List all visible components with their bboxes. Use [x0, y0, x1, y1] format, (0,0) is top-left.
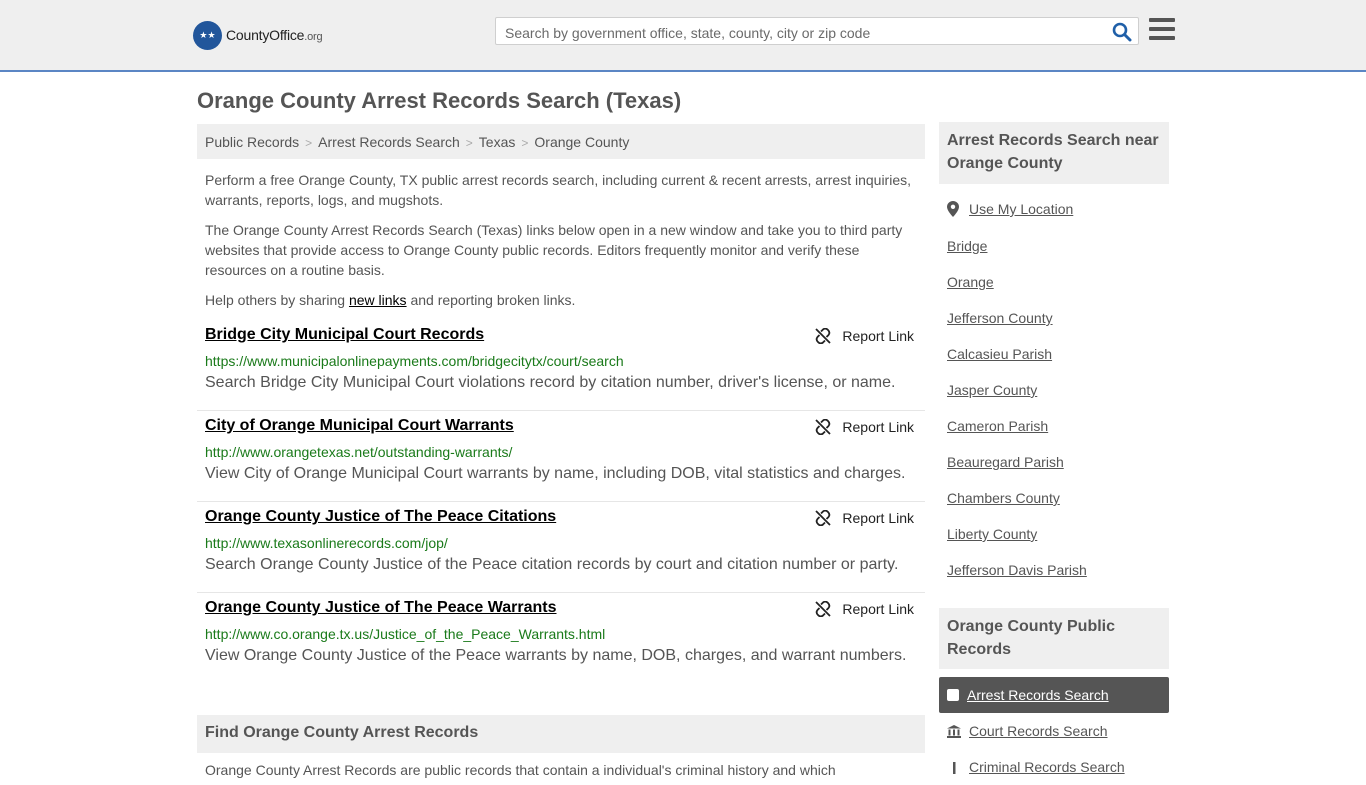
- breadcrumb-texas[interactable]: Texas: [479, 134, 516, 150]
- category-criminal-records[interactable]: Criminal Records Search: [939, 749, 1169, 785]
- broken-link-icon: [815, 328, 832, 344]
- site-header: ★★ CountyOffice.org: [0, 0, 1366, 72]
- nearby-link[interactable]: Bridge: [947, 238, 987, 254]
- find-records-title: Find Orange County Arrest Records: [205, 724, 479, 741]
- entry-description: Search Bridge City Municipal Court viola…: [205, 374, 896, 391]
- breadcrumb-orange-county[interactable]: Orange County: [534, 134, 629, 150]
- category-court-records[interactable]: Court Records Search: [939, 713, 1169, 749]
- report-link-label: Report Link: [842, 601, 914, 617]
- new-links-link[interactable]: new links: [349, 292, 407, 308]
- breadcrumb-public-records[interactable]: Public Records: [205, 134, 299, 150]
- record-link-entry: Bridge City Municipal Court Records Repo…: [197, 320, 925, 411]
- county-seal-icon: ★★: [193, 20, 222, 50]
- entry-description: Search Orange County Justice of the Peac…: [205, 556, 899, 573]
- use-my-location-link[interactable]: Use My Location: [969, 201, 1073, 217]
- intro-paragraph-3: Help others by sharing new links and rep…: [205, 292, 576, 308]
- map-pin-icon: [947, 201, 959, 217]
- category-label[interactable]: Criminal Records Search: [969, 759, 1125, 775]
- nearby-link[interactable]: Jasper County: [947, 382, 1037, 398]
- entry-title-link[interactable]: City of Orange Municipal Court Warrants: [205, 417, 514, 435]
- category-arrest-records[interactable]: Arrest Records Search: [939, 677, 1169, 713]
- search-bar: [495, 17, 1139, 45]
- category-label[interactable]: Arrest Records Search: [967, 687, 1109, 703]
- entry-url[interactable]: http://www.co.orange.tx.us/Justice_of_th…: [205, 626, 605, 642]
- report-link-button[interactable]: Report Link: [815, 328, 914, 344]
- search-button[interactable]: [1112, 22, 1132, 42]
- breadcrumb-arrest-records[interactable]: Arrest Records Search: [318, 134, 460, 150]
- record-link-entry: Orange County Justice of The Peace Citat…: [197, 502, 925, 593]
- find-records-section-header: Find Orange County Arrest Records: [197, 715, 925, 753]
- hamburger-menu-icon[interactable]: [1149, 18, 1175, 42]
- breadcrumb-separator: >: [305, 136, 313, 150]
- gavel-icon: [953, 762, 956, 774]
- report-link-label: Report Link: [842, 328, 914, 344]
- public-records-heading: Orange County Public Records: [939, 608, 1169, 669]
- nearby-link[interactable]: Cameron Parish: [947, 418, 1048, 434]
- record-link-entry: Orange County Justice of The Peace Warra…: [197, 593, 925, 684]
- breadcrumb-separator: >: [521, 136, 529, 150]
- intro-paragraph-1: Perform a free Orange County, TX public …: [205, 172, 912, 208]
- entry-url[interactable]: https://www.municipalonlinepayments.com/…: [205, 353, 624, 369]
- search-icon: [1112, 22, 1132, 42]
- find-records-text: Orange County Arrest Records are public …: [205, 762, 836, 778]
- entry-description: View City of Orange Municipal Court warr…: [205, 465, 906, 482]
- nearby-link[interactable]: Chambers County: [947, 490, 1060, 506]
- nearby-link[interactable]: Beauregard Parish: [947, 454, 1064, 470]
- report-link-button[interactable]: Report Link: [815, 510, 914, 526]
- site-logo[interactable]: ★★ CountyOffice.org: [193, 20, 323, 50]
- courthouse-icon: [947, 724, 961, 738]
- report-link-label: Report Link: [842, 510, 914, 526]
- entry-title-link[interactable]: Orange County Justice of The Peace Citat…: [205, 508, 556, 526]
- entry-url[interactable]: http://www.orangetexas.net/outstanding-w…: [205, 444, 512, 460]
- page-title: Orange County Arrest Records Search (Tex…: [197, 88, 682, 113]
- report-link-button[interactable]: Report Link: [815, 419, 914, 435]
- entry-title-link[interactable]: Orange County Justice of The Peace Warra…: [205, 599, 557, 617]
- checkbox-icon: [947, 689, 959, 701]
- broken-link-icon: [815, 510, 832, 526]
- broken-link-icon: [815, 419, 832, 435]
- nearby-link[interactable]: Jefferson Davis Parish: [947, 562, 1087, 578]
- entry-description: View Orange County Justice of the Peace …: [205, 647, 907, 664]
- entry-title-link[interactable]: Bridge City Municipal Court Records: [205, 326, 484, 344]
- use-location-item: Use My Location: [947, 201, 1073, 217]
- intro-paragraph-2: The Orange County Arrest Records Search …: [205, 222, 903, 278]
- nearby-link[interactable]: Orange: [947, 274, 994, 290]
- logo-text: CountyOffice.org: [226, 27, 323, 43]
- category-label[interactable]: Court Records Search: [969, 723, 1108, 739]
- nearby-link[interactable]: Calcasieu Parish: [947, 346, 1052, 362]
- nearby-link[interactable]: Liberty County: [947, 526, 1037, 542]
- report-link-button[interactable]: Report Link: [815, 601, 914, 617]
- search-input[interactable]: [503, 22, 1107, 44]
- nearby-link[interactable]: Jefferson County: [947, 310, 1053, 326]
- entry-url[interactable]: http://www.texasonlinerecords.com/jop/: [205, 535, 448, 551]
- report-link-label: Report Link: [842, 419, 914, 435]
- breadcrumb: Public Records > Arrest Records Search > Tex…: [197, 124, 925, 159]
- intro-text: Perform a free Orange County, TX public …: [205, 170, 917, 320]
- breadcrumb-separator: >: [465, 136, 473, 150]
- broken-link-icon: [815, 601, 832, 617]
- nearby-search-heading: Arrest Records Search near Orange County: [939, 122, 1169, 184]
- record-link-entry: City of Orange Municipal Court Warrants …: [197, 411, 925, 502]
